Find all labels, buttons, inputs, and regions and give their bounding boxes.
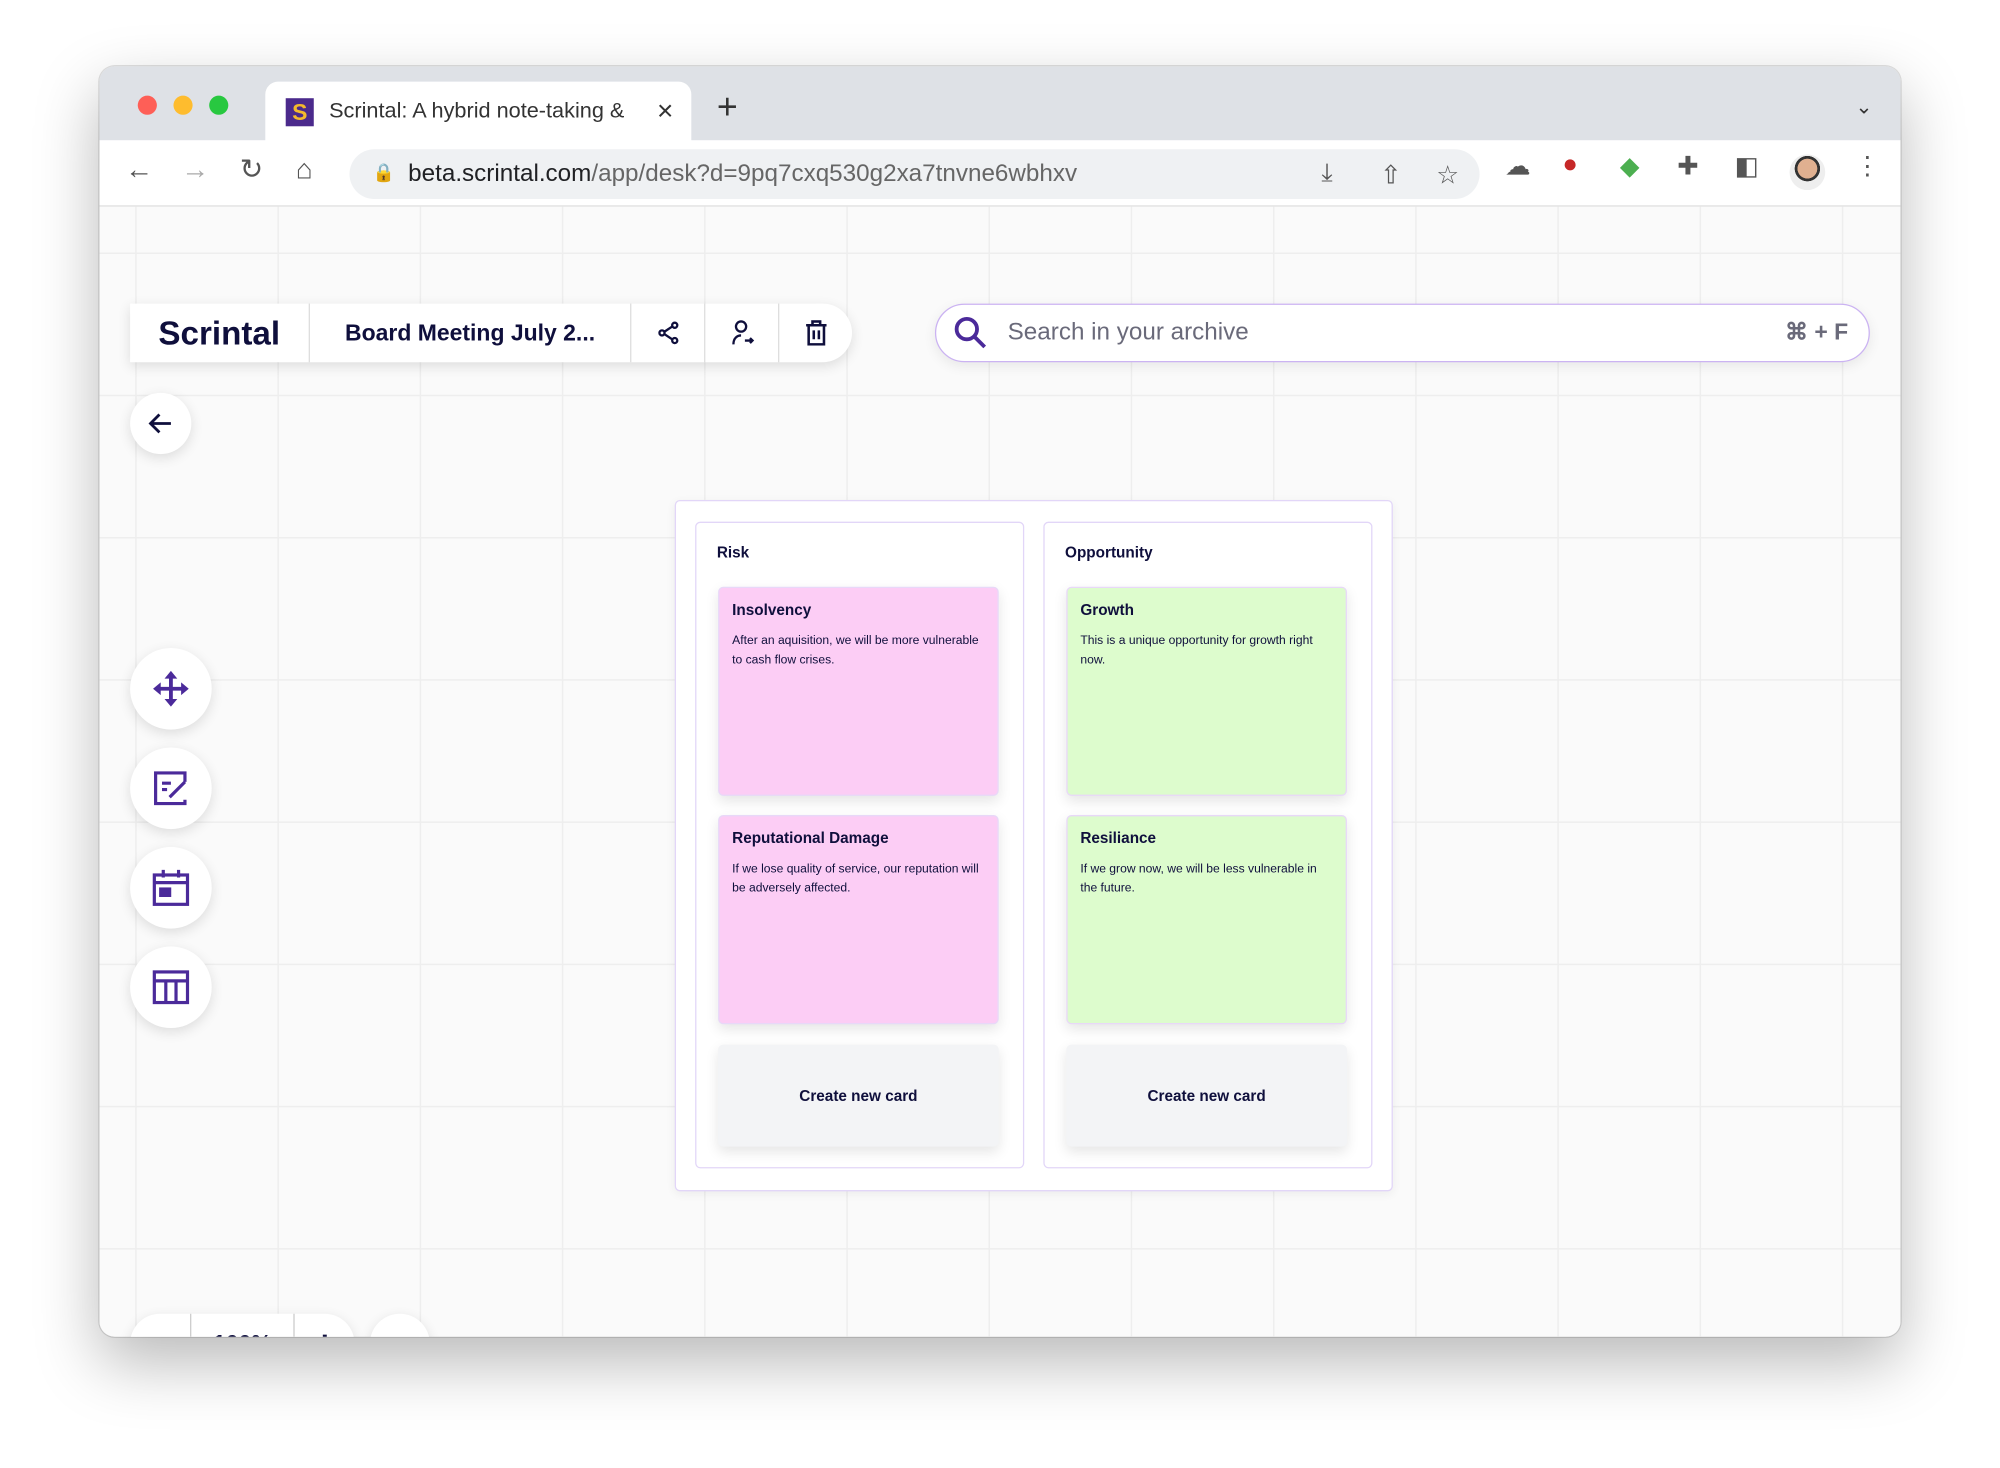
search-input[interactable]: Search in your archive ⌘ + F bbox=[934, 303, 1870, 363]
address-bar[interactable]: 🔒 beta.scrintal.com/app/desk?d=9pq7cxq53… bbox=[349, 149, 1480, 199]
side-panel-icon[interactable]: ◧ bbox=[1735, 151, 1759, 183]
back-icon[interactable]: ← bbox=[125, 153, 153, 186]
plus-icon: + bbox=[314, 1323, 335, 1336]
profile-avatar[interactable] bbox=[1789, 154, 1826, 191]
browser-window: S Scrintal: A hybrid note-taking & × + ⌄… bbox=[99, 66, 1901, 1337]
new-tab-button[interactable]: + bbox=[717, 89, 738, 125]
card-title: Insolvency bbox=[732, 600, 812, 619]
column-title: Risk bbox=[716, 543, 750, 562]
trash-icon bbox=[805, 320, 826, 346]
user-transfer-icon bbox=[731, 320, 754, 345]
search-shortcut: ⌘ + F bbox=[1785, 318, 1849, 345]
card-body: If we lose quality of service, our reput… bbox=[732, 862, 979, 896]
forward-icon[interactable]: → bbox=[181, 153, 209, 186]
card-title: Growth bbox=[1080, 600, 1134, 619]
search-placeholder: Search in your archive bbox=[1007, 318, 1249, 346]
share-page-icon[interactable]: ⇧ bbox=[1380, 159, 1401, 191]
invite-user-button[interactable] bbox=[706, 303, 780, 363]
maximize-window-button[interactable] bbox=[209, 95, 229, 115]
board-column-opportunity: Opportunity Growth This is a unique oppo… bbox=[1043, 521, 1373, 1169]
url-host: beta.scrintal.com bbox=[408, 160, 592, 188]
move-tool-button[interactable] bbox=[130, 647, 212, 730]
more-options-button[interactable]: ••• bbox=[369, 1313, 430, 1337]
back-button[interactable] bbox=[130, 392, 192, 455]
browser-toolbar: ← → ↻ ⌂ 🔒 beta.scrintal.com/app/desk?d=9… bbox=[99, 140, 1901, 207]
card-resiliance[interactable]: Resiliance If we grow now, we will be le… bbox=[1066, 815, 1347, 1025]
card-reputational-damage[interactable]: Reputational Damage If we lose quality o… bbox=[718, 815, 999, 1025]
share-icon bbox=[657, 321, 679, 345]
zoom-in-button[interactable]: + bbox=[295, 1314, 355, 1336]
note-edit-icon bbox=[154, 771, 187, 806]
card-growth[interactable]: Growth This is a unique opportunity for … bbox=[1066, 586, 1347, 796]
zoom-level[interactable]: 100% bbox=[191, 1313, 295, 1337]
table-icon bbox=[152, 970, 190, 1005]
table-tool-button[interactable] bbox=[130, 946, 212, 1029]
lock-icon: 🔒 bbox=[372, 161, 395, 183]
arrow-left-icon bbox=[148, 413, 171, 434]
desk-title[interactable]: Board Meeting July 2... bbox=[310, 303, 632, 363]
share-button[interactable] bbox=[632, 303, 706, 363]
board-column-risk: Risk Insolvency After an aquisition, we … bbox=[695, 521, 1025, 1169]
move-arrows-icon bbox=[153, 670, 189, 707]
reload-icon[interactable]: ↻ bbox=[240, 153, 264, 186]
calendar-tool-button[interactable] bbox=[130, 846, 212, 929]
scrintal-favicon-icon: S bbox=[285, 98, 314, 127]
create-card-button[interactable]: Create new card bbox=[1066, 1044, 1347, 1147]
delete-button[interactable] bbox=[779, 304, 852, 363]
card-body: After an aquisition, we will be more vul… bbox=[732, 633, 979, 668]
minimize-window-button[interactable] bbox=[173, 95, 193, 115]
tab-close-icon[interactable]: × bbox=[657, 94, 673, 127]
search-icon bbox=[954, 316, 987, 349]
browser-tab[interactable]: S Scrintal: A hybrid note-taking & × bbox=[265, 81, 692, 143]
kanban-board[interactable]: Risk Insolvency After an aquisition, we … bbox=[674, 499, 1393, 1192]
card-title: Reputational Damage bbox=[732, 829, 889, 847]
cloud-extension-icon[interactable]: ☁ bbox=[1505, 151, 1531, 183]
canvas[interactable]: Scrintal Board Meeting July 2... Search … bbox=[99, 206, 1901, 1337]
extensions-puzzle-icon[interactable]: ✚ bbox=[1677, 151, 1698, 183]
note-tool-button[interactable] bbox=[130, 747, 212, 830]
bookmark-star-icon[interactable]: ☆ bbox=[1436, 159, 1459, 191]
column-title: Opportunity bbox=[1065, 543, 1153, 562]
card-title: Resiliance bbox=[1080, 829, 1157, 847]
create-card-button[interactable]: Create new card bbox=[718, 1044, 999, 1147]
close-window-button[interactable] bbox=[137, 95, 157, 115]
browser-menu-icon[interactable]: ⋮ bbox=[1855, 151, 1881, 183]
tab-title: Scrintal: A hybrid note-taking & bbox=[329, 98, 625, 123]
scrintal-logo[interactable]: Scrintal bbox=[130, 303, 310, 363]
calendar-icon bbox=[152, 869, 190, 906]
card-body: If we grow now, we will be less vulnerab… bbox=[1080, 862, 1317, 896]
ellipsis-icon: ••• bbox=[386, 1330, 414, 1336]
card-body: This is a unique opportunity for growth … bbox=[1080, 633, 1313, 668]
zoom-controls: − 100% + bbox=[130, 1313, 355, 1337]
tab-search-chevron-icon[interactable]: ⌄ bbox=[1855, 94, 1872, 120]
red-extension-icon[interactable]: ● bbox=[1562, 151, 1577, 180]
url-path: /app/desk?d=9pq7cxq530g2xa7tnvne6wbhxv bbox=[591, 160, 1078, 188]
home-icon[interactable]: ⌂ bbox=[296, 153, 313, 186]
color-diamond-extension-icon[interactable]: ◆ bbox=[1620, 151, 1640, 183]
card-insolvency[interactable]: Insolvency After an aquisition, we will … bbox=[718, 586, 999, 796]
zoom-out-button[interactable]: − bbox=[130, 1313, 191, 1337]
install-icon[interactable]: ⤓ bbox=[1321, 159, 1332, 188]
tab-bar: S Scrintal: A hybrid note-taking & × + ⌄ bbox=[99, 66, 1901, 143]
desk-header: Scrintal Board Meeting July 2... bbox=[130, 303, 853, 363]
minus-icon: − bbox=[150, 1324, 169, 1337]
